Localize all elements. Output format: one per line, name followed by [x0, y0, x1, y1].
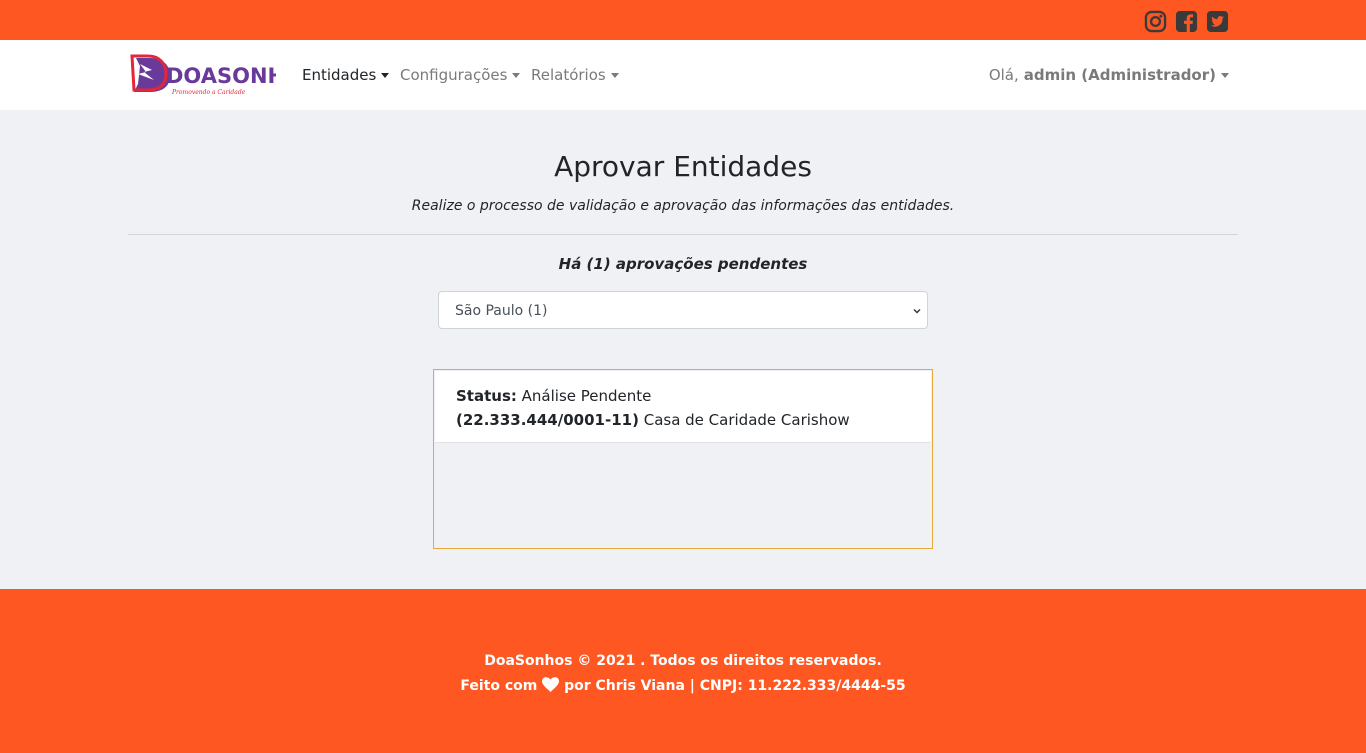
entity-status: Status: Análise Pendente	[456, 387, 651, 405]
pending-count: Há (1) aprovações pendentes	[558, 255, 808, 273]
instagram-icon[interactable]	[1144, 10, 1167, 33]
greeting-text: Olá,	[988, 66, 1019, 84]
brand-name: DOASONHOS	[166, 64, 276, 88]
social-links	[1144, 10, 1229, 33]
top-bar	[0, 0, 1366, 40]
chevron-down-icon	[381, 73, 390, 78]
status-label: Status:	[456, 387, 517, 405]
facebook-icon[interactable]	[1175, 10, 1198, 33]
entity-card[interactable]: Status: Análise Pendente (22.333.444/000…	[435, 371, 931, 443]
entity-name: Casa de Caridade Carishow	[643, 411, 850, 429]
heart-icon	[542, 677, 560, 692]
entity-cnpj: (22.333.444/0001-11)	[456, 411, 639, 429]
brand-tagline: Promovendo a Caridade	[171, 89, 246, 96]
brand-logo[interactable]: DOASONHOS Promovendo a Caridade	[130, 52, 318, 98]
divider	[128, 234, 1238, 235]
city-select-value: São Paulo (1)	[455, 303, 548, 319]
nav-configuracoes-label: Configurações	[400, 66, 508, 84]
footer: DoaSonhos © 2021 . Todos os direitos res…	[0, 589, 1366, 753]
footer-credits: Feito com por Chris Viana | CNPJ: 11.222…	[0, 677, 1366, 694]
city-select[interactable]: São Paulo (1)	[438, 291, 928, 329]
chevron-down-icon	[1221, 73, 1229, 78]
page-subtitle: Realize o processo de validação e aprova…	[411, 198, 955, 214]
entity-info: (22.333.444/0001-11) Casa de Caridade Ca…	[456, 411, 850, 429]
status-value: Análise Pendente	[521, 387, 652, 405]
user-menu[interactable]: Olá, admin (Administrador)	[989, 66, 1229, 84]
nav-relatorios-label: Relatórios	[531, 66, 606, 84]
footer-made-with: Feito com	[460, 678, 538, 694]
page-title: Aprovar Entidades	[554, 150, 812, 183]
main-content: Aprovar Entidades Realize o processo de …	[0, 110, 1366, 589]
entity-list: Status: Análise Pendente (22.333.444/000…	[433, 369, 933, 549]
footer-copyright: DoaSonhos © 2021 . Todos os direitos res…	[484, 653, 882, 669]
chevron-down-icon	[512, 73, 521, 78]
footer-made-by: por Chris Viana | CNPJ: 11.222.333/4444-…	[564, 678, 906, 694]
nav-entidades-label: Entidades	[302, 66, 377, 84]
chevron-down-icon	[610, 73, 619, 78]
nav-relatorios[interactable]: Relatórios	[531, 66, 619, 84]
nav-entidades[interactable]: Entidades	[302, 66, 390, 84]
user-name: admin (Administrador)	[1023, 66, 1216, 84]
nav-configuracoes[interactable]: Configurações	[400, 66, 521, 84]
twitter-icon[interactable]	[1206, 10, 1229, 33]
chevron-down-icon	[913, 308, 921, 314]
navbar: DOASONHOS Promovendo a Caridade Entidade…	[0, 40, 1366, 110]
